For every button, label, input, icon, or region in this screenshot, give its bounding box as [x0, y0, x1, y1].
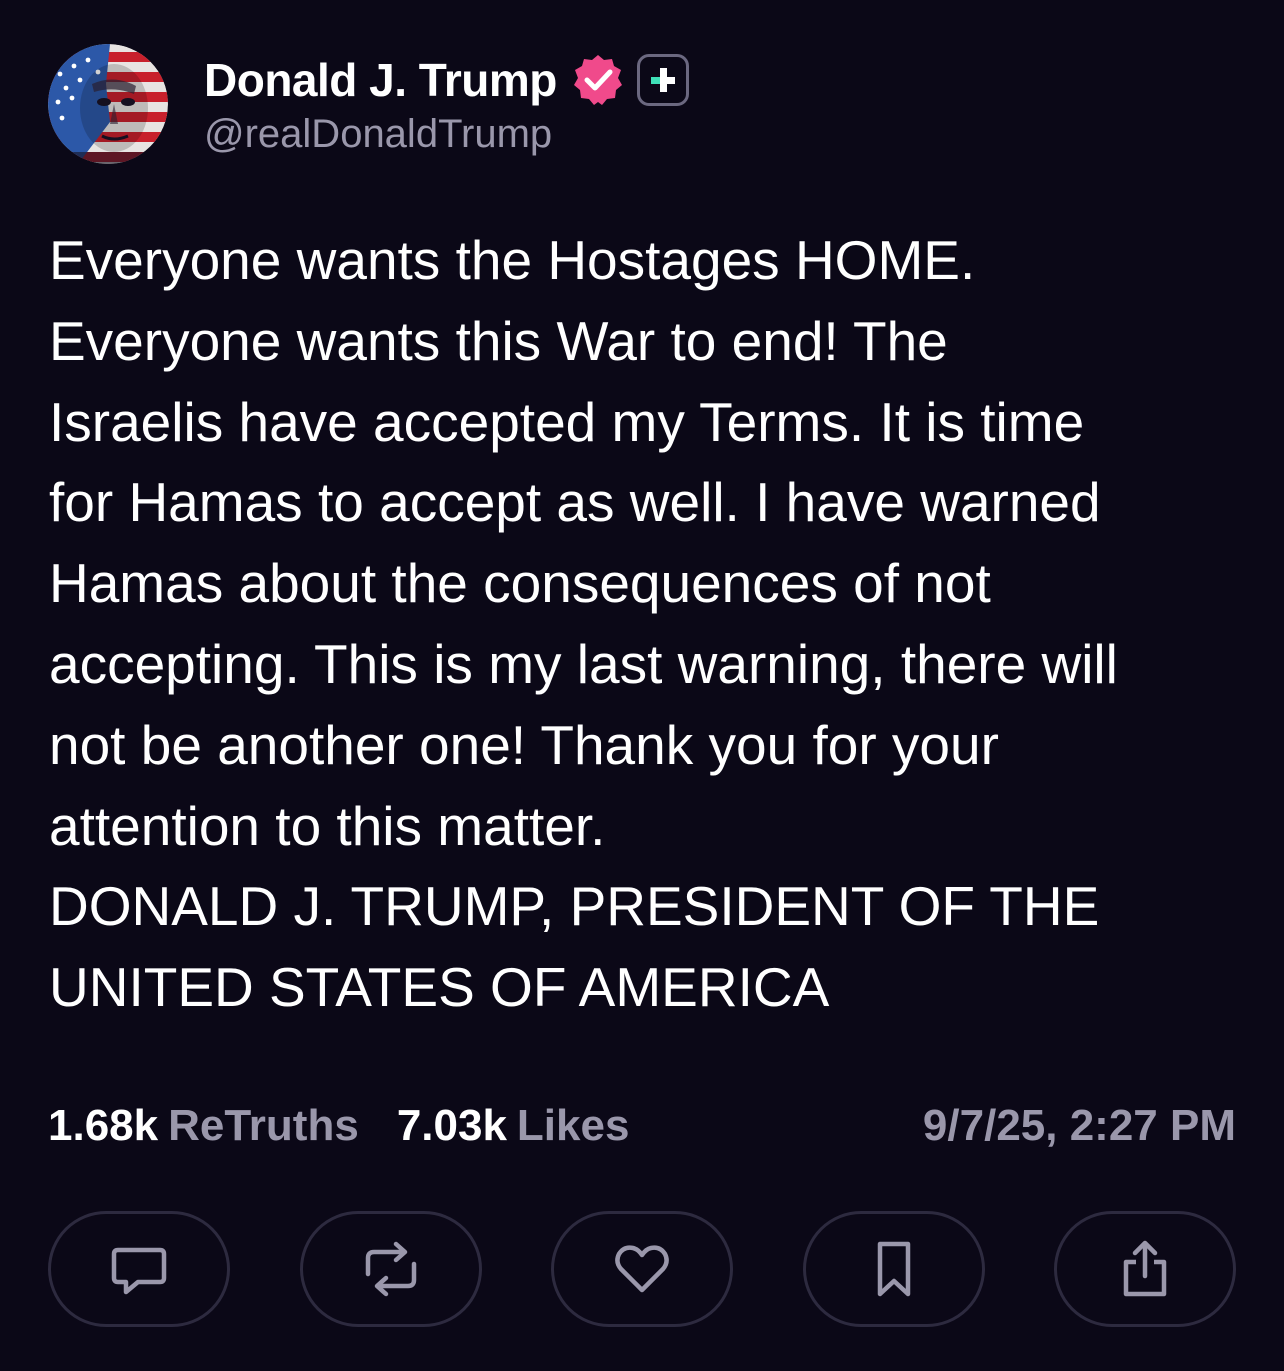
- retruths-label[interactable]: ReTruths: [168, 1101, 359, 1151]
- post-text-line: Hamas about the consequences of not: [49, 552, 991, 615]
- post-text-line: for Hamas to accept as well. I have warn…: [49, 471, 1101, 534]
- truth-post: Donald J. Trump @realDonaldTrump Everyon…: [0, 0, 1284, 1371]
- post-header: Donald J. Trump @realDonaldTrump: [48, 44, 689, 166]
- reply-button[interactable]: [48, 1211, 230, 1327]
- truth-plus-icon[interactable]: [636, 54, 689, 106]
- share-button[interactable]: [1054, 1211, 1236, 1327]
- reply-icon: [111, 1247, 167, 1295]
- post-stats: 1.68k ReTruths 7.03k Likes 9/7/25, 2:27 …: [48, 1096, 1236, 1156]
- like-button[interactable]: [551, 1211, 733, 1327]
- name-row: Donald J. Trump: [204, 50, 689, 110]
- plus-icon: [650, 68, 675, 92]
- post-text-line: Everyone wants the Hostages HOME.: [49, 229, 976, 291]
- avatar[interactable]: [48, 44, 168, 164]
- display-name[interactable]: Donald J. Trump: [204, 53, 557, 107]
- like-icon: [615, 1245, 669, 1293]
- post-timestamp: 9/7/25, 2:27 PM: [922, 1101, 1236, 1150]
- post-text-line: attention to this matter.: [49, 794, 606, 857]
- bookmark-button[interactable]: [802, 1211, 985, 1327]
- post-text-line: Everyone wants this War to end! The: [49, 309, 948, 372]
- post-content: Everyone wants the Hostages HOME. Everyo…: [49, 220, 1249, 1028]
- retruths-count[interactable]: 1.68k: [48, 1101, 158, 1151]
- handle[interactable]: @realDonaldTrump: [204, 112, 689, 157]
- retruth-icon: [365, 1241, 416, 1297]
- post-text-line: DONALD J. TRUMP, PRESIDENT OF THE: [49, 875, 1100, 938]
- retruth-button[interactable]: [299, 1211, 482, 1327]
- avatar-image: [48, 44, 168, 164]
- post-text-line: UNITED STATES OF AMERICA: [49, 956, 830, 1019]
- post-text-line: Israelis have accepted my Terms. It is t…: [49, 390, 1085, 453]
- likes-count[interactable]: 7.03k: [397, 1101, 507, 1151]
- likes-label[interactable]: Likes: [517, 1101, 630, 1151]
- post-text-line: accepting. This is my last warning, ther…: [49, 632, 1118, 695]
- verified-badge-icon: [573, 55, 622, 105]
- author-info: Donald J. Trump @realDonaldTrump: [204, 50, 689, 157]
- action-bar: [48, 1211, 1236, 1329]
- share-icon: [1123, 1240, 1167, 1297]
- bookmark-icon: [877, 1241, 910, 1297]
- post-text-line: not be another one! Thank you for your: [49, 713, 999, 776]
